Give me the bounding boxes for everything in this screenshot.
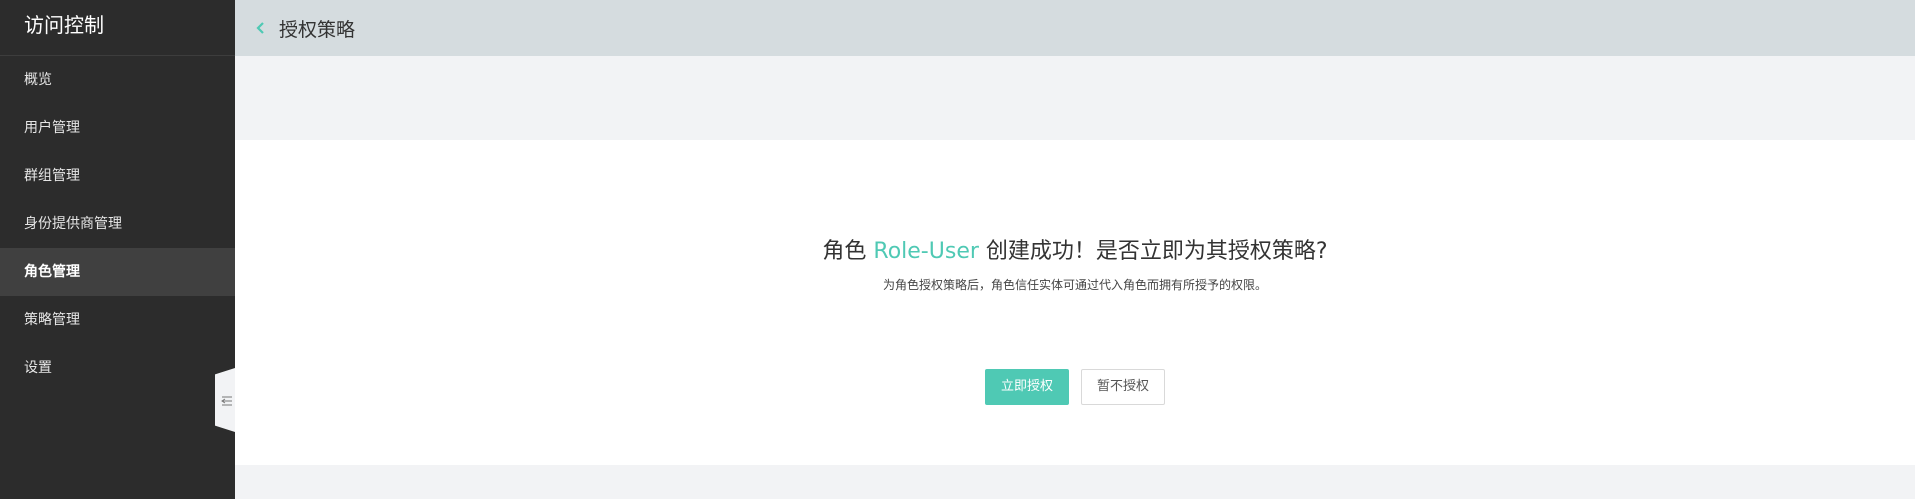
sidebar-item-overview[interactable]: 概览 (0, 56, 235, 104)
sidebar-item-settings[interactable]: 设置 (0, 344, 235, 392)
role-name: Role-User (873, 239, 979, 264)
success-card: 角色 Role-User 创建成功！是否立即为其授权策略? 为角色授权策略后，角… (235, 140, 1915, 465)
chevron-left-icon[interactable] (251, 19, 269, 37)
sidebar-title: 访问控制 (0, 0, 235, 56)
sidebar: 访问控制 概览 用户管理 群组管理 身份提供商管理 角色管理 策略管理 设置 (0, 0, 235, 499)
skip-authorization-button[interactable]: 暂不授权 (1081, 369, 1165, 405)
sidebar-item-roles[interactable]: 角色管理 (0, 248, 235, 296)
success-subtext: 为角色授权策略后，角色信任实体可通过代入角色而拥有所授予的权限。 (882, 278, 1267, 292)
sidebar-item-identity-providers[interactable]: 身份提供商管理 (0, 200, 235, 248)
sidebar-item-groups[interactable]: 群组管理 (0, 152, 235, 200)
sidebar-item-policies[interactable]: 策略管理 (0, 296, 235, 344)
headline-suffix: 创建成功！是否立即为其授权策略? (985, 239, 1328, 264)
authorize-now-button[interactable]: 立即授权 (985, 369, 1069, 405)
headline-prefix: 角色 (822, 239, 867, 264)
page-header: 授权策略 (235, 0, 1915, 56)
success-headline: 角色 Role-User 创建成功！是否立即为其授权策略? (235, 233, 1915, 265)
action-buttons: 立即授权 暂不授权 (235, 369, 1915, 405)
collapse-left-icon (217, 391, 233, 410)
sidebar-nav: 概览 用户管理 群组管理 身份提供商管理 角色管理 策略管理 设置 (0, 56, 235, 392)
sidebar-collapse-handle[interactable] (215, 368, 235, 432)
sidebar-item-users[interactable]: 用户管理 (0, 104, 235, 152)
page-title: 授权策略 (279, 18, 356, 41)
